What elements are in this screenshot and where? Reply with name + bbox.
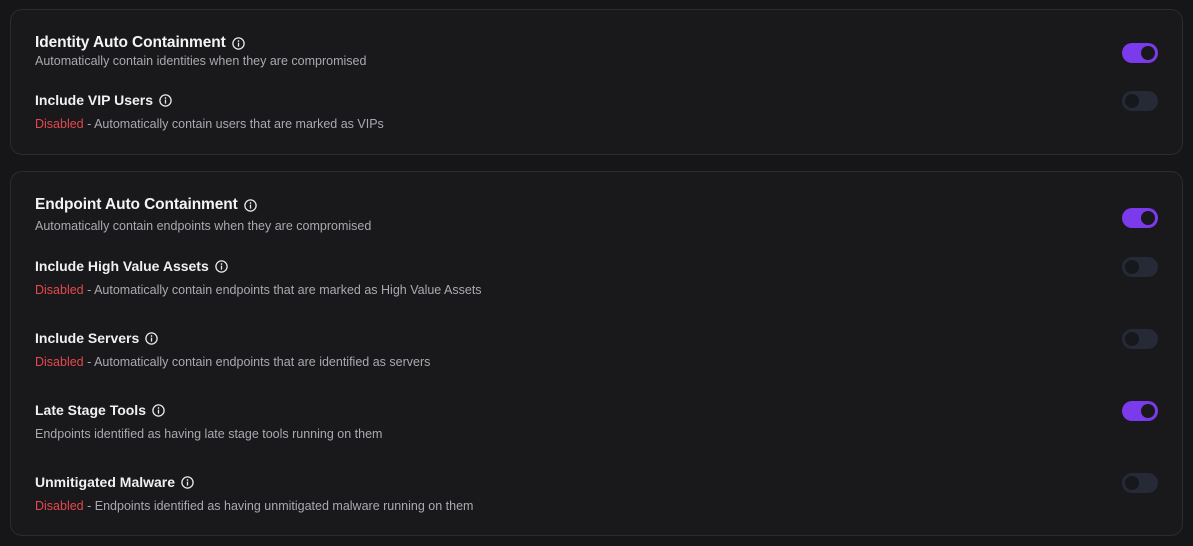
info-icon[interactable] bbox=[145, 331, 159, 345]
toggle-knob bbox=[1125, 260, 1139, 274]
identity-header-row: Identity Auto Containment Automatically … bbox=[35, 34, 1158, 68]
unmitigated-malware-description: Disabled - Endpoints identified as havin… bbox=[35, 499, 1158, 513]
identity-auto-containment-toggle[interactable] bbox=[1122, 43, 1158, 63]
late-stage-tools-label: Late Stage Tools bbox=[35, 402, 146, 418]
include-high-value-assets-toggle[interactable] bbox=[1122, 257, 1158, 277]
status-disabled-text: Disabled bbox=[35, 283, 84, 297]
status-disabled-text: Disabled bbox=[35, 355, 84, 369]
separator: - bbox=[83, 283, 95, 297]
item-description: Automatically contain endpoints that are… bbox=[94, 283, 482, 297]
include-vip-users-description: Disabled - Automatically contain users t… bbox=[35, 117, 1158, 131]
late-stage-tools-toggle[interactable] bbox=[1122, 401, 1158, 421]
info-icon[interactable] bbox=[159, 93, 172, 107]
identity-auto-containment-card: Identity Auto Containment Automatically … bbox=[10, 9, 1183, 155]
info-icon[interactable] bbox=[215, 259, 228, 273]
item-description: Endpoints identified as having late stag… bbox=[35, 427, 383, 441]
include-vip-users-label: Include VIP Users bbox=[35, 92, 154, 108]
endpoint-title: Endpoint Auto Containment bbox=[35, 196, 238, 213]
separator: - bbox=[83, 355, 95, 369]
include-servers-toggle[interactable] bbox=[1122, 329, 1158, 349]
late-stage-tools-description: Endpoints identified as having late stag… bbox=[35, 427, 1158, 441]
item-description: Automatically contain users that are mar… bbox=[94, 117, 384, 131]
endpoint-auto-containment-toggle[interactable] bbox=[1122, 208, 1158, 228]
toggle-knob bbox=[1125, 332, 1139, 346]
status-disabled-text: Disabled bbox=[35, 117, 84, 131]
include-servers-description: Disabled - Automatically contain endpoin… bbox=[35, 355, 1158, 369]
toggle-knob bbox=[1125, 94, 1139, 108]
include-servers-row: Include Servers Disabled - Automatically… bbox=[35, 329, 1158, 369]
endpoint-auto-containment-card: Endpoint Auto Containment Automatically … bbox=[10, 171, 1183, 536]
toggle-knob bbox=[1141, 211, 1155, 225]
unmitigated-malware-label: Unmitigated Malware bbox=[35, 474, 176, 490]
info-icon[interactable] bbox=[152, 403, 165, 417]
identity-description: Automatically contain identities when th… bbox=[35, 54, 367, 68]
identity-title: Identity Auto Containment bbox=[35, 34, 226, 51]
include-vip-users-row: Include VIP Users Disabled - Automatical… bbox=[35, 91, 1158, 131]
late-stage-tools-row: Late Stage Tools Endpoints identified as… bbox=[35, 401, 1158, 441]
info-icon[interactable] bbox=[231, 36, 245, 50]
item-description: Automatically contain endpoints that are… bbox=[94, 355, 431, 369]
endpoint-description: Automatically contain endpoints when the… bbox=[35, 219, 372, 233]
endpoint-header-row: Endpoint Auto Containment Automatically … bbox=[35, 196, 1158, 233]
item-description: Endpoints identified as having unmitigat… bbox=[94, 499, 474, 513]
toggle-knob bbox=[1141, 404, 1155, 418]
include-high-value-assets-description: Disabled - Automatically contain endpoin… bbox=[35, 283, 1158, 297]
status-disabled-text: Disabled bbox=[35, 499, 84, 513]
separator: - bbox=[83, 117, 95, 131]
toggle-knob bbox=[1125, 476, 1139, 490]
toggle-knob bbox=[1141, 46, 1155, 60]
include-high-value-assets-row: Include High Value Assets Disabled - Aut… bbox=[35, 257, 1158, 297]
separator: - bbox=[83, 499, 95, 513]
info-icon[interactable] bbox=[243, 198, 257, 212]
include-high-value-assets-label: Include High Value Assets bbox=[35, 258, 209, 274]
unmitigated-malware-row: Unmitigated Malware Disabled - Endpoints… bbox=[35, 473, 1158, 513]
include-vip-users-toggle[interactable] bbox=[1122, 91, 1158, 111]
include-servers-label: Include Servers bbox=[35, 330, 140, 346]
unmitigated-malware-toggle[interactable] bbox=[1122, 473, 1158, 493]
info-icon[interactable] bbox=[181, 475, 194, 489]
settings-page: Identity Auto Containment Automatically … bbox=[0, 0, 1193, 546]
